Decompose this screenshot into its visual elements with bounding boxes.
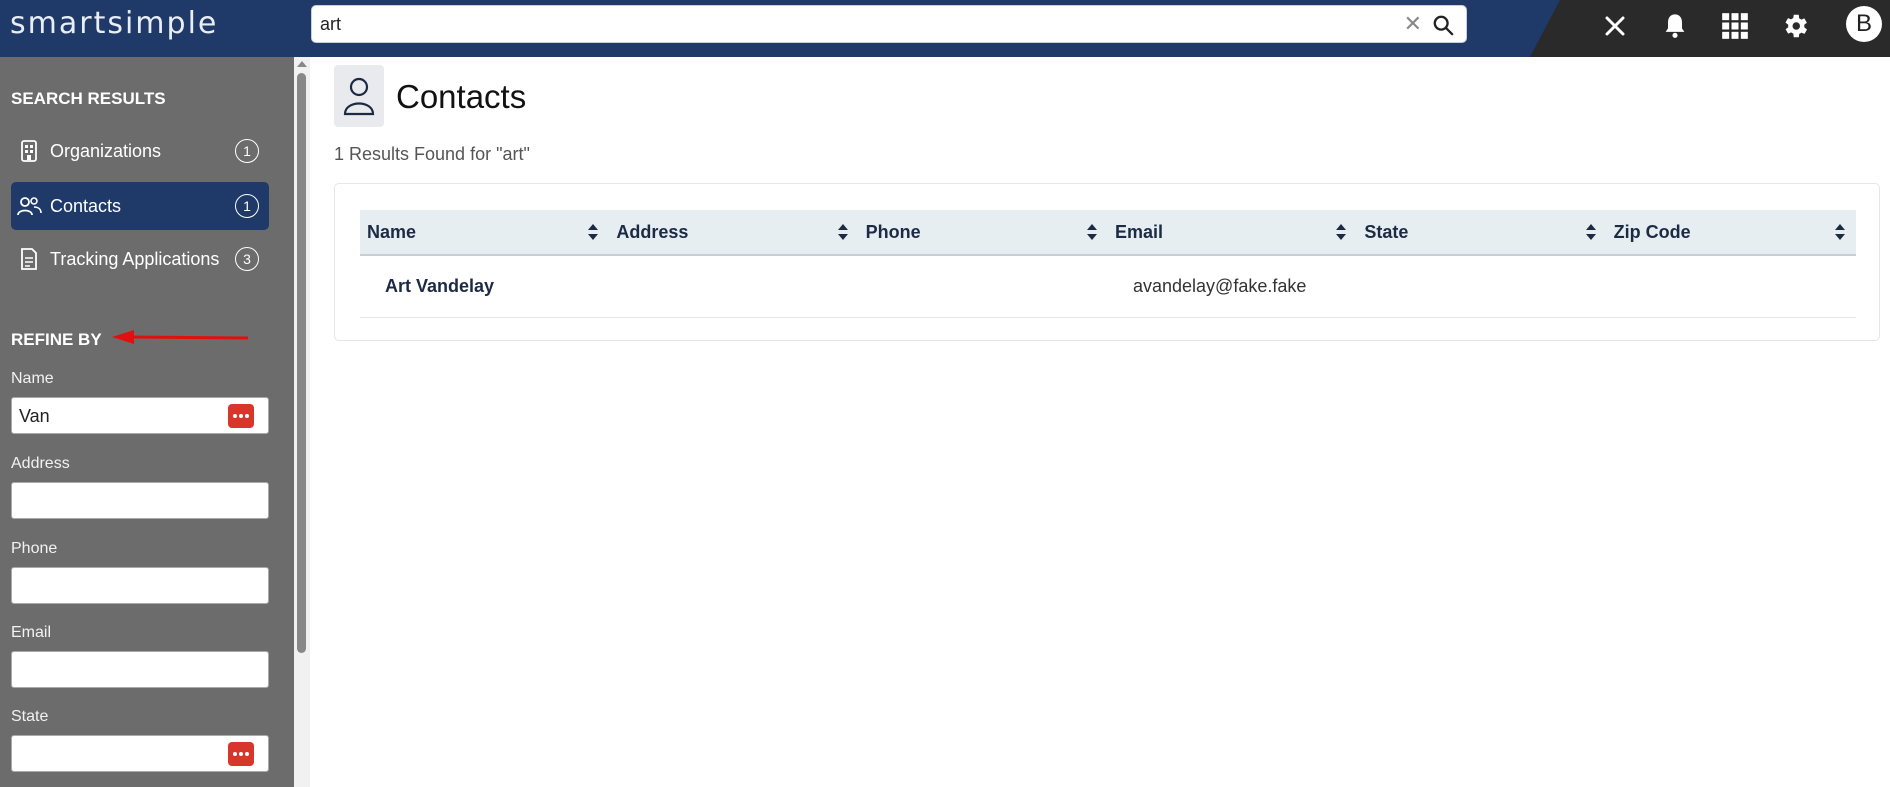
state-filter-field[interactable] — [11, 735, 269, 772]
phone-filter-input[interactable] — [19, 574, 219, 598]
sort-icon[interactable] — [1585, 223, 1597, 241]
sidebar-scrollbar[interactable] — [294, 57, 310, 787]
name-filter-label: Name — [11, 370, 54, 387]
search-results-heading: SEARCH RESULTS — [11, 89, 166, 108]
column-header-label: Address — [616, 221, 689, 242]
column-header-phone[interactable]: Phone — [859, 210, 1108, 255]
result-count-badge: 1 — [235, 194, 259, 218]
contact-address-cell — [609, 255, 858, 317]
sidebar-item-tracking-applications[interactable]: Tracking Applications 3 — [11, 235, 269, 283]
result-count-badge: 3 — [235, 247, 259, 271]
phone-filter-label: Phone — [11, 540, 58, 557]
state-filter-label: State — [11, 708, 49, 725]
sidebar-item-label: Contacts — [50, 195, 122, 216]
contact-name-cell[interactable]: Art Vandelay — [360, 255, 609, 317]
address-filter-input[interactable] — [19, 489, 219, 513]
address-filter-label: Address — [11, 455, 70, 472]
contact-zip-cell — [1607, 255, 1856, 317]
organization-icon — [16, 138, 42, 164]
contact-person-icon — [334, 65, 384, 127]
email-filter-input[interactable] — [19, 658, 219, 682]
top-bar: smartsimple ✕ B — [0, 0, 1890, 57]
global-search-box[interactable]: ✕ — [311, 5, 1467, 43]
user-avatar[interactable]: B — [1846, 6, 1882, 42]
search-icon[interactable] — [1432, 14, 1454, 36]
sort-icon[interactable] — [1834, 223, 1846, 241]
state-filter-input[interactable] — [19, 742, 219, 766]
contact-phone-cell — [859, 255, 1108, 317]
column-header-zip-code[interactable]: Zip Code — [1607, 210, 1856, 255]
column-header-name[interactable]: Name — [360, 210, 609, 255]
sidebar: SEARCH RESULTS Organizations 1 Contacts … — [0, 57, 294, 787]
sort-icon[interactable] — [837, 223, 849, 241]
results-card: Name Address Phone Email State Zip Code … — [334, 183, 1880, 341]
column-header-label: Zip Code — [1613, 221, 1691, 242]
results-found-text: 1 Results Found for "art" — [334, 144, 530, 164]
sidebar-item-label: Organizations — [50, 140, 162, 161]
sort-icon[interactable] — [1335, 223, 1347, 241]
refine-by-heading: REFINE BY — [11, 330, 102, 349]
sidebar-item-contacts[interactable]: Contacts 1 — [11, 182, 269, 230]
annotation-arrow-icon — [112, 330, 249, 344]
lookup-button[interactable] — [228, 742, 254, 766]
sidebar-item-label: Tracking Applications — [50, 248, 220, 269]
name-filter-field[interactable] — [11, 397, 269, 434]
lookup-button[interactable] — [228, 404, 254, 428]
name-filter-input[interactable] — [19, 404, 219, 428]
document-icon — [16, 246, 42, 272]
phone-filter-field[interactable] — [11, 567, 269, 604]
email-filter-label: Email — [11, 624, 52, 641]
table-row[interactable]: Art Vandelay avandelay@fake.fake — [360, 255, 1856, 317]
sidebar-item-organizations[interactable]: Organizations 1 — [11, 127, 269, 175]
bell-icon[interactable] — [1657, 8, 1693, 44]
toolbar-background — [1530, 0, 1890, 57]
address-filter-field[interactable] — [11, 482, 269, 519]
more-dots-icon — [233, 752, 249, 756]
email-filter-field[interactable] — [11, 651, 269, 688]
column-header-label: State — [1364, 221, 1409, 242]
results-table: Name Address Phone Email State Zip Code … — [360, 210, 1856, 318]
clear-icon[interactable]: ✕ — [1404, 12, 1422, 36]
more-dots-icon — [233, 414, 249, 418]
result-count-badge: 1 — [235, 139, 259, 163]
scroll-up-arrow-icon[interactable] — [297, 61, 307, 67]
contacts-icon — [16, 193, 42, 219]
page-title: Contacts — [396, 78, 527, 115]
app-logo[interactable]: smartsimple — [10, 6, 218, 41]
column-header-address[interactable]: Address — [609, 210, 858, 255]
close-icon[interactable] — [1597, 8, 1633, 44]
sort-icon[interactable] — [587, 223, 599, 241]
gear-icon[interactable] — [1777, 8, 1813, 44]
column-header-label: Email — [1114, 221, 1164, 242]
column-header-email[interactable]: Email — [1108, 210, 1357, 255]
scrollbar-thumb[interactable] — [297, 73, 306, 653]
sort-icon[interactable] — [1086, 223, 1098, 241]
table-header-row: Name Address Phone Email State Zip Code — [360, 210, 1856, 255]
column-header-label: Name — [367, 221, 417, 242]
global-search-input[interactable] — [320, 11, 1380, 37]
apps-grid-icon[interactable] — [1717, 8, 1753, 44]
contact-email-cell: avandelay@fake.fake — [1132, 275, 1307, 296]
contact-state-cell — [1357, 255, 1606, 317]
column-header-state[interactable]: State — [1357, 210, 1606, 255]
column-header-label: Phone — [865, 221, 921, 242]
